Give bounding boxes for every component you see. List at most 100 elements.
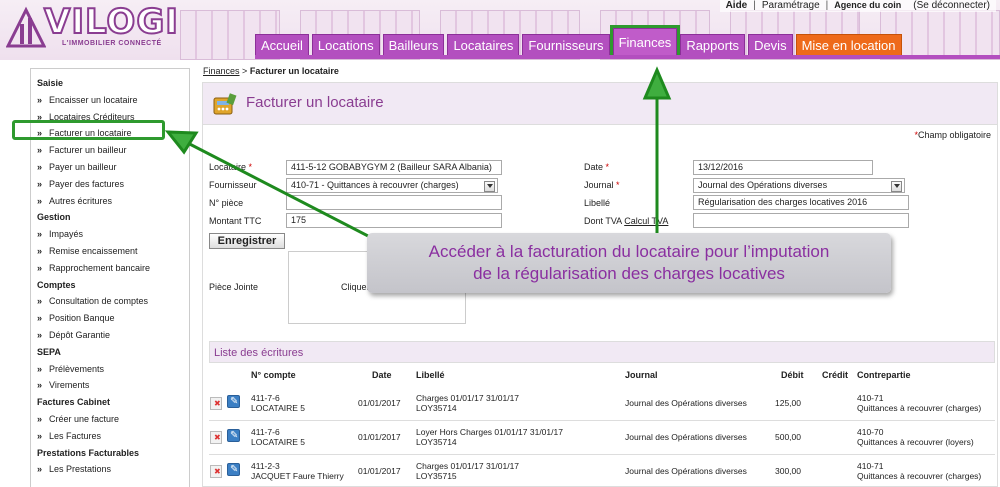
date-label: Date * [584,162,609,172]
row-libelle: Loyer Hors Charges 01/01/17 31/01/17 [416,427,563,437]
col-compte: N° compte [251,370,296,380]
attachment-click-text: Cliquer [341,282,370,292]
row-debit: 500,00 [775,432,801,442]
delete-icon[interactable] [210,465,222,478]
breadcrumb-finances-link[interactable]: Finances [203,66,240,76]
col-credit: Crédit [822,370,849,380]
sidebar-group-prestations: Prestations Facturables [37,447,140,458]
row-contrepartie: 410-71 [857,461,884,471]
logo-wordmark: VILOGI [43,1,179,43]
row-journal: Journal des Opérations diverses [625,432,747,442]
main-nav: Accueil Locations Bailleurs Locataires F… [255,25,902,58]
sidebar-item-impayes[interactable]: Impayés [37,226,189,243]
edit-icon[interactable] [227,395,240,408]
fournisseur-select[interactable]: 410-71 - Quittances à recouvrer (charges… [286,178,498,193]
row-contrepartie-label: Quittances à recouvrer (charges) [857,471,982,481]
sidebar-item-rapprochement[interactable]: Rapprochement bancaire [37,260,189,277]
tab-finances[interactable]: Finances [609,25,681,58]
sidebar-item-prelevements[interactable]: Prélèvements [37,361,189,378]
sidebar-group-saisie: Saisie [37,78,64,88]
col-date: Date [372,370,392,380]
row-compte: 411-2-3 [251,461,280,471]
tab-mise-en-location[interactable]: Mise en location [795,34,902,55]
required-star: * [605,162,610,172]
save-button[interactable]: Enregistrer [209,233,285,249]
tab-devis[interactable]: Devis [748,34,793,55]
calcul-tva-link[interactable]: Calcul TVA [624,216,668,226]
sidebar-item-les-prestations[interactable]: Les Prestations [37,461,189,478]
locataire-label-text: Locataire [209,162,247,172]
sidebar-item-virements[interactable]: Virements [37,377,189,394]
nav-underline [255,55,1000,59]
montant-field[interactable]: 175 [286,213,502,228]
journal-select[interactable]: Journal des Opérations diverses [693,178,905,193]
row-compte: 411-7-6 [251,393,280,403]
highlight-box [12,120,165,140]
entries-table-header: N° compte Date Libellé Journal Débit Cré… [209,367,995,387]
callout-line-2: de la régularisation des charges locativ… [473,264,785,283]
sidebar-item-payer-factures[interactable]: Payer des factures [37,176,189,193]
piece-field[interactable] [286,195,502,210]
edit-icon[interactable] [227,429,240,442]
tva-label-text: Dont TVA [584,216,622,226]
tab-accueil[interactable]: Accueil [255,34,309,55]
row-nom: LOCATAIRE 5 [251,437,306,447]
required-star: * [616,180,620,190]
edit-icon[interactable] [227,463,240,476]
locataire-field[interactable]: 411-5-12 GOBABYGYM 2 (Bailleur SARA Alba… [286,160,502,175]
delete-icon[interactable] [210,431,222,444]
tab-locataires[interactable]: Locataires [447,34,520,55]
sidebar-item-depot-garantie[interactable]: Dépôt Garantie [37,327,189,344]
row-date: 01/01/2017 [358,398,401,408]
row-ref: LOY35715 [416,471,457,481]
sidebar-item-facturer-bailleur[interactable]: Facturer un bailleur [37,142,189,159]
sidebar-item-encaisser[interactable]: Encaisser un locataire [37,92,189,109]
sidebar-item-payer-bailleur[interactable]: Payer un bailleur [37,159,189,176]
row-libelle: Charges 01/01/17 31/01/17 [416,461,520,471]
sidebar-item-consultation[interactable]: Consultation de comptes [37,293,189,310]
tab-bailleurs[interactable]: Bailleurs [382,34,445,55]
fournisseur-label: Fournisseur [209,180,257,190]
journal-label: Journal * [584,180,620,190]
logo-tagline: L'IMMOBILIER CONNECTÉ [62,40,162,47]
sidebar-item-autres-ecritures[interactable]: Autres écritures [37,193,189,210]
app-window: VILOGI L'IMMOBILIER CONNECTÉ Aide | Para… [0,0,1000,487]
required-star: * [248,162,253,172]
vilogi-logo[interactable]: VILOGI L'IMMOBILIER CONNECTÉ [4,1,179,52]
delete-icon[interactable] [210,397,222,410]
logout-link[interactable]: (Se déconnecter) [907,0,996,12]
row-contrepartie: 410-71 [857,393,884,403]
sidebar-group-sepa: SEPA [37,346,61,357]
sidebar-group-comptes: Comptes [37,279,76,290]
row-nom: JACQUET Faure Thierry [251,471,344,481]
sidebar-item-creer-facture[interactable]: Créer une facture [37,411,189,428]
tab-locations[interactable]: Locations [311,34,380,55]
libelle-field[interactable]: Régularisation des charges locatives 201… [693,195,909,210]
row-debit: 300,00 [775,466,801,476]
breadcrumb-current: Facturer un locataire [249,66,339,76]
tva-field[interactable] [693,213,909,228]
required-label: Champ obligatoire [917,130,991,140]
sidebar-item-les-factures[interactable]: Les Factures [37,428,189,445]
annotation-callout: Accéder à la facturation du locataire po… [367,233,891,293]
montant-label: Montant TTC [209,216,262,226]
top-links: Aide | Paramétrage | Agence du coin (Se … [719,0,996,12]
sidebar-item-remise[interactable]: Remise encaissement [37,243,189,260]
tab-fournisseurs[interactable]: Fournisseurs [522,34,610,55]
chevron-down-icon [894,184,900,188]
help-link[interactable]: Aide [720,0,754,12]
tab-rapports[interactable]: Rapports [680,34,746,55]
callout-line-1: Accéder à la facturation du locataire po… [428,242,830,261]
table-row: 411-7-6 LOCATAIRE 5 01/01/2017 Charges 0… [209,387,995,421]
tva-label: Dont TVA Calcul TVA [584,216,668,226]
col-journal: Journal [625,370,658,380]
journal-value: Journal des Opérations diverses [698,180,828,190]
date-field[interactable]: 13/12/2016 [693,160,873,175]
row-ref: LOY35714 [416,403,457,413]
sidebar-item-position-banque[interactable]: Position Banque [37,310,189,327]
entries-list-title: Liste des écritures [209,341,995,363]
row-date: 01/01/2017 [358,432,401,442]
settings-link[interactable]: Paramétrage [756,0,826,12]
attachment-label: Pièce Jointe [209,282,259,292]
row-date: 01/01/2017 [358,466,401,476]
